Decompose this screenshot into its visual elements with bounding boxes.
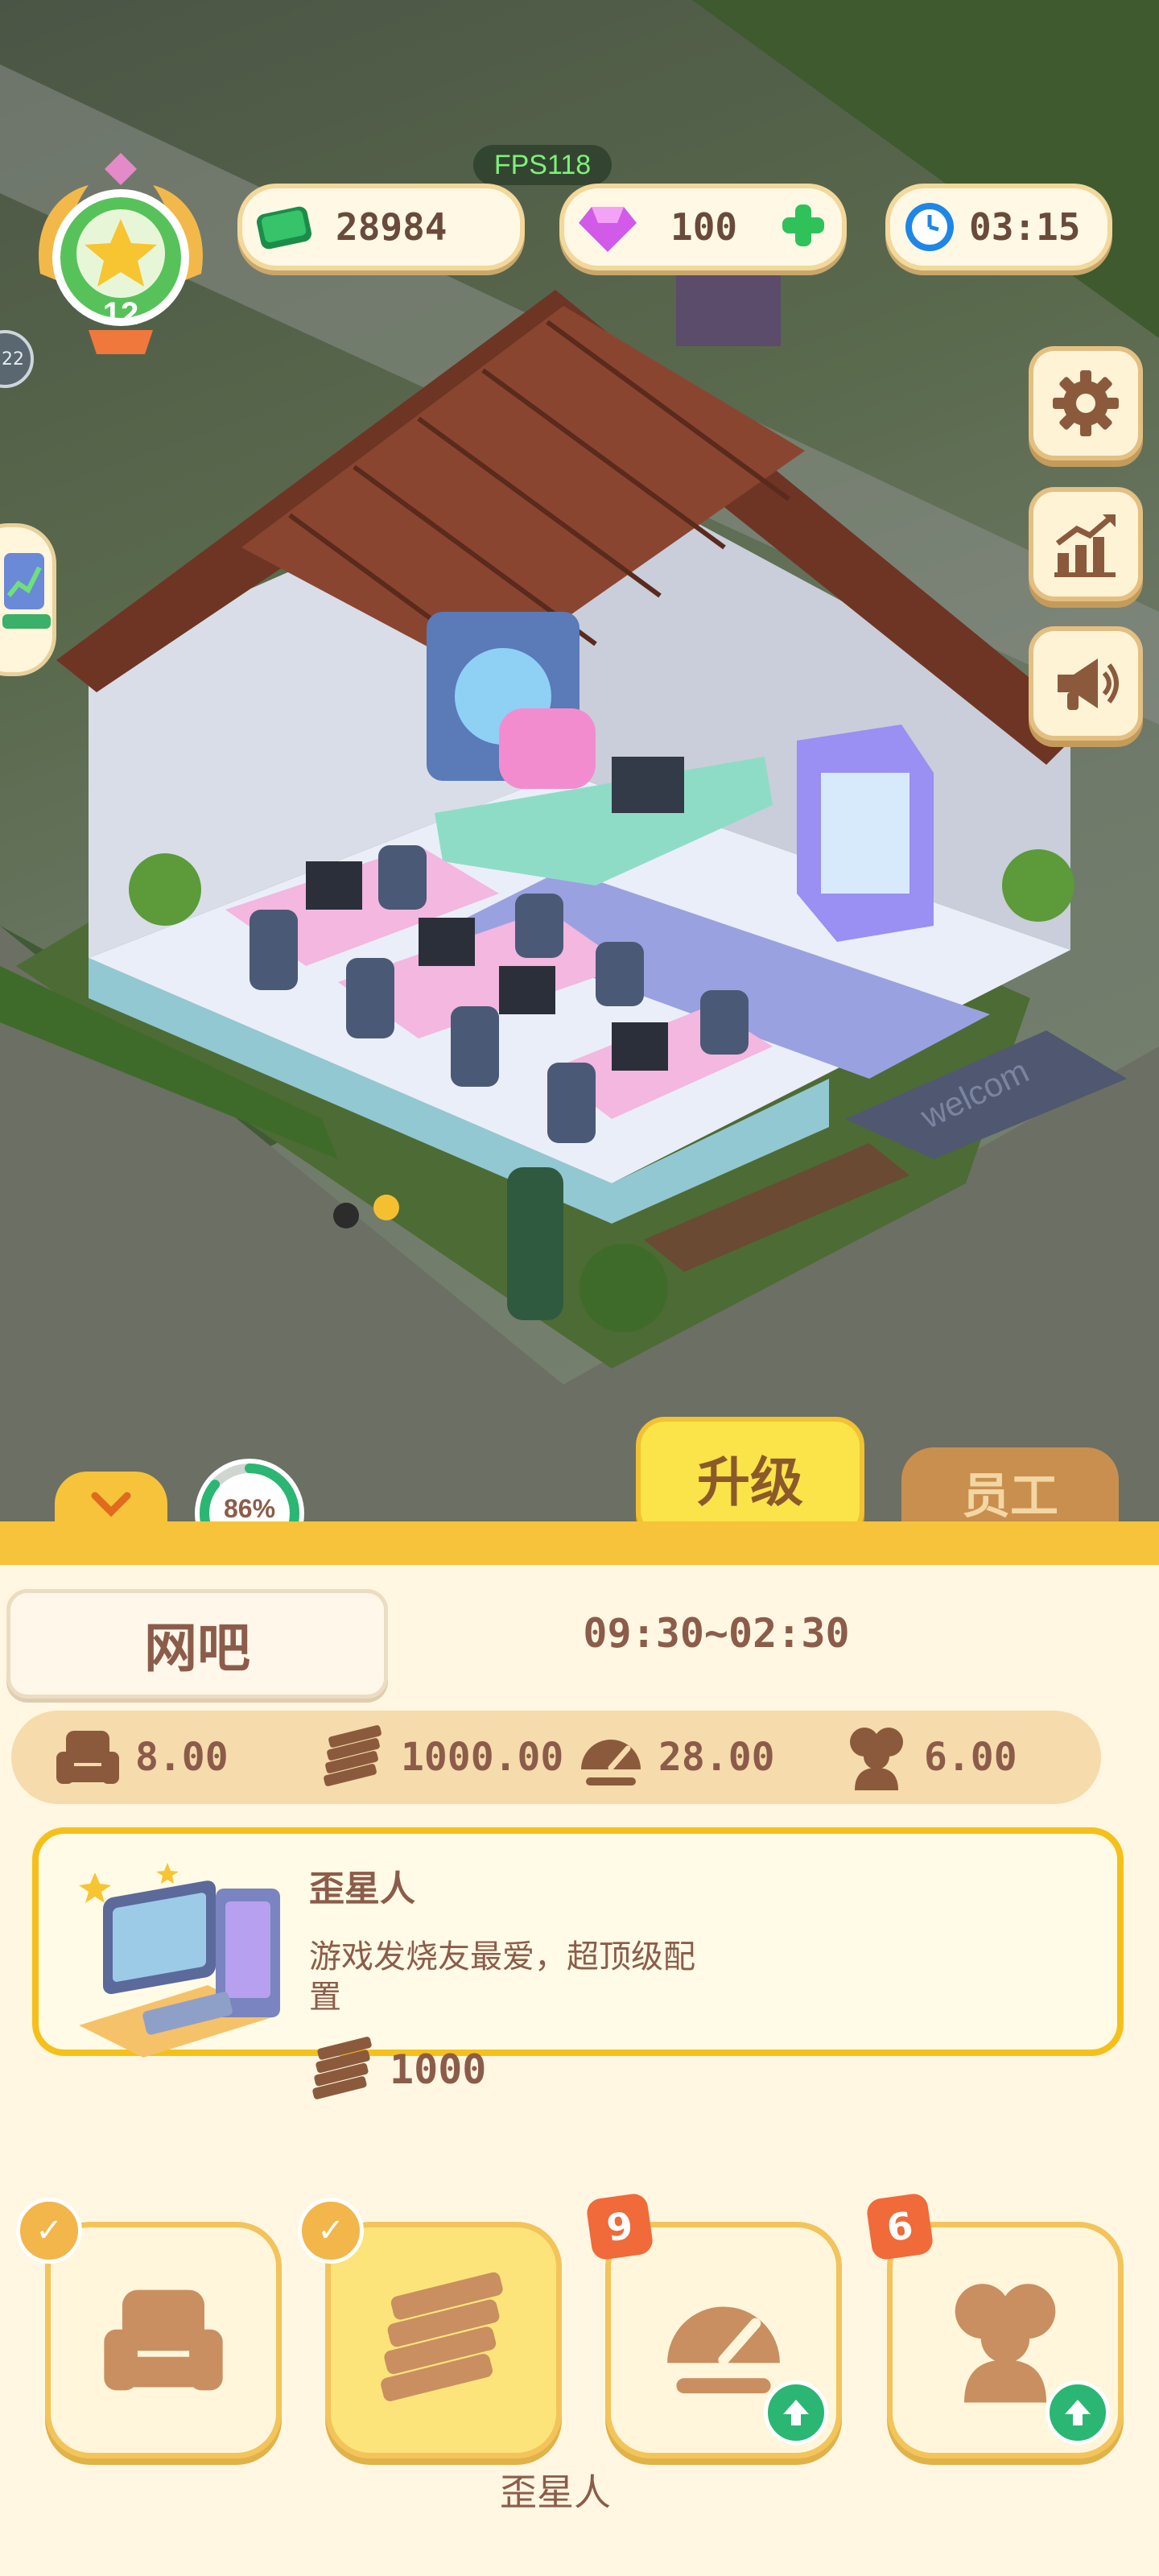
selected-tab-label: 歪星人 bbox=[500, 2471, 611, 2514]
cash-stack-icon bbox=[312, 2037, 372, 2099]
side-stats-shortcut[interactable] bbox=[0, 523, 56, 676]
item-description-line2: 置 bbox=[309, 1979, 341, 2016]
item-price: 1000 bbox=[306, 2033, 486, 2107]
gear-icon bbox=[1053, 370, 1119, 436]
cash-counter[interactable]: 28984 bbox=[237, 184, 525, 270]
tab-seats-check-icon: ✓ bbox=[16, 2198, 82, 2264]
gaming-pc-icon bbox=[79, 1863, 280, 2058]
cash-stack-icon bbox=[381, 2272, 503, 2401]
gem-counter[interactable]: 100 bbox=[559, 184, 847, 270]
stat-speed: 28.00 bbox=[575, 1711, 775, 1804]
plus-icon bbox=[782, 204, 824, 246]
chevron-down-icon bbox=[91, 1492, 131, 1517]
fps-counter: FPS118 bbox=[473, 145, 612, 185]
opening-hours: 09:30~02:30 bbox=[583, 1610, 850, 1657]
upgrade-button-label: 升级 bbox=[697, 1451, 803, 1513]
building-info-panel: 网吧 09:30~02:30 8.00 1000.00 28.00 6.00 歪… bbox=[0, 1521, 1159, 2576]
tab-income[interactable] bbox=[325, 2222, 562, 2458]
stat-speed-value: 28.00 bbox=[658, 1735, 775, 1780]
stat-customers: 6.00 bbox=[840, 1711, 1017, 1804]
stats-bar: 8.00 1000.00 28.00 6.00 bbox=[11, 1711, 1101, 1804]
statistics-button[interactable] bbox=[1029, 487, 1143, 601]
item-description-line1: 游戏发烧友最爱，超顶级配 bbox=[309, 1938, 695, 1975]
tab-customers[interactable] bbox=[887, 2222, 1124, 2458]
timer-display: 03:15 bbox=[885, 184, 1112, 270]
building-name: 网吧 bbox=[144, 1617, 250, 1679]
side-bubble-text: 22 bbox=[2, 349, 24, 369]
megaphone-icon bbox=[1058, 658, 1119, 710]
tab-speed-badge: 9 bbox=[585, 2192, 654, 2261]
customers-icon bbox=[850, 1728, 903, 1790]
announcement-button[interactable] bbox=[1029, 626, 1143, 741]
item-price-value: 1000 bbox=[390, 2046, 487, 2093]
speedometer-icon bbox=[581, 1740, 641, 1785]
cash-amount: 28984 bbox=[336, 205, 448, 249]
stat-seats-value: 8.00 bbox=[135, 1735, 229, 1780]
tab-seats[interactable] bbox=[45, 2222, 282, 2458]
player-level-text: 12 bbox=[102, 296, 139, 332]
customers-icon bbox=[955, 2284, 1056, 2403]
gem-amount: 100 bbox=[670, 205, 738, 249]
tab-customers-badge: 6 bbox=[865, 2192, 934, 2261]
stat-income: 1000.00 bbox=[317, 1711, 563, 1804]
speedometer-icon bbox=[667, 2306, 780, 2394]
tab-income-check-icon: ✓ bbox=[298, 2198, 364, 2264]
settings-button[interactable] bbox=[1029, 346, 1143, 460]
building-name-plate: 网吧 bbox=[6, 1589, 388, 1699]
cash-stack-icon bbox=[324, 1725, 382, 1786]
speed-upgrade-arrow-icon bbox=[764, 2380, 828, 2445]
armchair-icon bbox=[104, 2289, 223, 2391]
tab-speed[interactable] bbox=[605, 2222, 842, 2458]
customers-upgrade-arrow-icon bbox=[1046, 2380, 1110, 2445]
graph-card-icon bbox=[2, 553, 51, 629]
stat-income-value: 1000.00 bbox=[401, 1735, 564, 1780]
stat-customers-value: 6.00 bbox=[924, 1735, 1017, 1780]
clock-icon bbox=[905, 203, 954, 251]
add-gems-button[interactable] bbox=[779, 201, 827, 258]
timer-text: 03:15 bbox=[969, 205, 1081, 249]
staff-tab-label: 员工 bbox=[962, 1468, 1058, 1525]
item-name: 歪星人 bbox=[309, 1868, 415, 1909]
growth-chart-icon bbox=[1054, 514, 1116, 577]
progress-text: 86% bbox=[223, 1494, 276, 1523]
panel-top-stripe bbox=[0, 1521, 1159, 1565]
cash-icon bbox=[256, 206, 312, 250]
item-card[interactable]: 歪星人 游戏发烧友最爱，超顶级配 置 bbox=[32, 1827, 1124, 2058]
armchair-icon bbox=[56, 1731, 119, 1784]
player-level-badge[interactable]: 12 bbox=[16, 153, 225, 362]
stat-seats: 8.00 bbox=[52, 1711, 229, 1804]
gem-icon bbox=[579, 207, 637, 252]
